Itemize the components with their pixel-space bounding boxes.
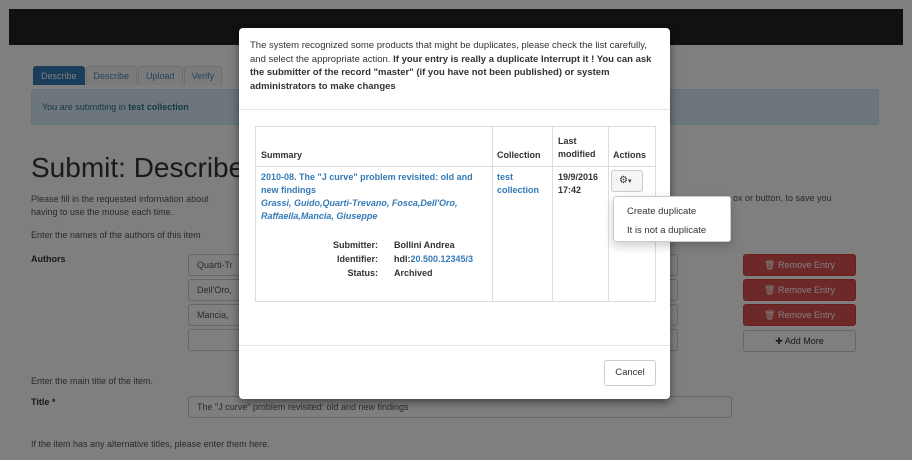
summary-cell: 2010-08. The "J curve" problem revisited…: [261, 171, 489, 223]
collection-link-line-1[interactable]: test: [497, 171, 539, 184]
actions-dropdown-button[interactable]: ⚙▾: [611, 170, 643, 192]
record-authors: Grassi, Guido,Quarti-Trevano, Fosca,Dell…: [261, 198, 458, 221]
gear-icon: ⚙: [619, 175, 628, 186]
modal-header: The system recognized some products that…: [239, 28, 670, 110]
modified-date: 19/9/2016: [558, 172, 599, 182]
header-summary: Summary: [261, 150, 303, 160]
header-last: Last: [558, 136, 577, 146]
identifier-value: hdl:20.500.12345/3: [394, 254, 473, 264]
identifier-link[interactable]: 20.500.12345/3: [411, 254, 474, 264]
header-actions: Actions: [613, 150, 647, 160]
duplicate-check-modal: The system recognized some products that…: [239, 28, 670, 399]
record-title-link[interactable]: 2010-08. The "J curve" problem revisited…: [261, 171, 489, 197]
status-label: Status:: [347, 268, 378, 278]
status-value: Archived: [394, 268, 433, 278]
header-modified: modified: [558, 149, 596, 159]
caret-down-icon: ▾: [627, 178, 632, 185]
header-last-modified: Last modified: [558, 135, 596, 161]
modified-cell: 19/9/2016 17:42: [558, 171, 598, 197]
cancel-button[interactable]: Cancel: [604, 360, 656, 386]
submitter-value: Bollini Andrea: [394, 240, 455, 250]
submitter-label: Submitter:: [333, 240, 378, 250]
identifier-prefix: hdl:: [394, 254, 411, 264]
actions-dropdown-menu: Create duplicate It is not a duplicate: [613, 196, 731, 242]
modal-footer-divider: [239, 345, 670, 346]
collection-cell: test collection: [497, 171, 539, 197]
menu-create-duplicate[interactable]: Create duplicate: [627, 206, 696, 217]
menu-not-duplicate[interactable]: It is not a duplicate: [627, 225, 706, 236]
identifier-label: Identifier:: [336, 254, 378, 264]
collection-link-line-2[interactable]: collection: [497, 184, 539, 197]
header-divider: [256, 166, 655, 167]
header-collection: Collection: [497, 150, 541, 160]
modified-time: 17:42: [558, 185, 582, 195]
duplicates-table: Summary Collection Last modified Actions…: [255, 126, 656, 302]
